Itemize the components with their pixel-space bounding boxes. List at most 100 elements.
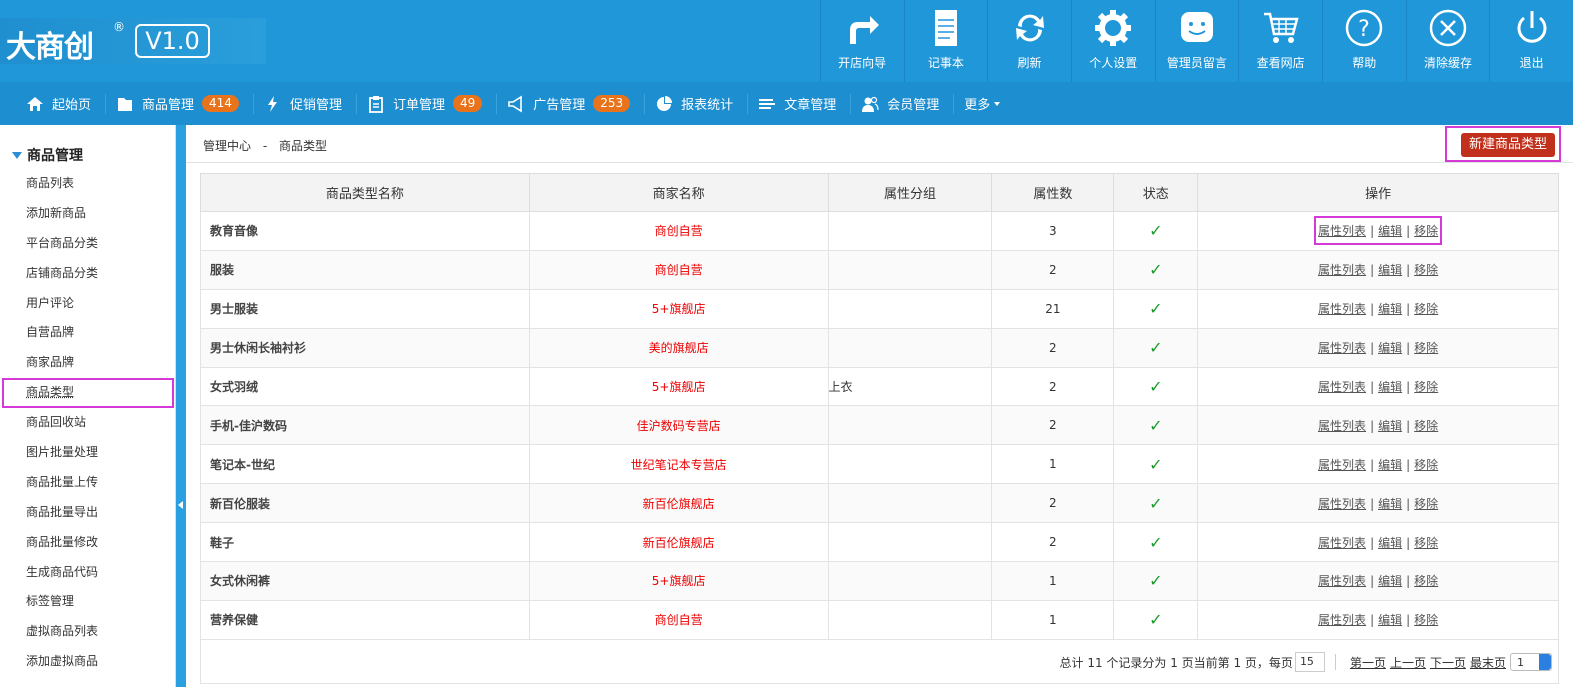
tool-logout[interactable]: 退出 [1489,0,1573,82]
edit-link[interactable]: 编辑 [1378,224,1402,238]
attr-count-cell: 2 [991,366,1115,407]
tool-view-store[interactable]: 查看网店 [1238,0,1322,82]
sidebar-item[interactable]: 虚拟商品列表 [0,617,176,647]
sidebar-item[interactable]: 自营品牌 [0,318,176,348]
edit-link[interactable]: 编辑 [1378,458,1402,472]
attribute-list-link[interactable]: 属性列表 [1318,302,1366,316]
remove-link[interactable]: 移除 [1414,419,1438,433]
folder-icon [116,95,134,113]
attribute-list-link[interactable]: 属性列表 [1318,574,1366,588]
nav-more[interactable]: 更多 [962,82,1012,125]
column-header: 状态 [1113,173,1199,212]
tool-clear-cache[interactable]: 清除缓存 [1405,0,1490,82]
sidebar-item[interactable]: 标签管理 [0,587,176,617]
sidebar-item[interactable]: 图片批量处理 [0,438,176,468]
attribute-list-link[interactable]: 属性列表 [1318,497,1366,511]
check-icon[interactable]: ✓ [1149,416,1162,435]
remove-link[interactable]: 移除 [1414,263,1438,277]
check-icon[interactable]: ✓ [1149,571,1162,590]
sidebar-item[interactable]: 商品批量导出 [0,498,176,528]
remove-link[interactable]: 移除 [1414,536,1438,550]
edit-link[interactable]: 编辑 [1378,497,1402,511]
nav-reports[interactable]: 报表统计 [653,82,745,125]
shop-name-cell: 商创自营 [528,249,829,290]
sidebar-item[interactable]: 添加新商品 [0,199,176,229]
check-icon[interactable]: ✓ [1149,221,1162,240]
per-page-input[interactable]: 15 [1294,652,1325,672]
check-icon[interactable]: ✓ [1149,260,1162,279]
edit-link[interactable]: 编辑 [1378,302,1402,316]
sidebar-item[interactable]: 商品类型 [2,378,174,409]
edit-link[interactable]: 编辑 [1378,419,1402,433]
sidebar-item[interactable]: 商品批量上传 [0,468,176,498]
sidebar-item[interactable]: 商品列表 [0,169,176,199]
remove-link[interactable]: 移除 [1414,380,1438,394]
sidebar-collapse-handle[interactable] [176,125,186,687]
first-page-link[interactable]: 第一页 [1350,654,1386,671]
attribute-list-link[interactable]: 属性列表 [1318,419,1366,433]
nav-orders[interactable]: 订单管理 49 [365,82,494,125]
remove-link[interactable]: 移除 [1414,497,1438,511]
check-icon[interactable]: ✓ [1149,338,1162,357]
column-header: 属性数 [991,173,1115,212]
ops-separator: | [1406,496,1411,511]
attribute-list-link[interactable]: 属性列表 [1318,263,1366,277]
edit-link[interactable]: 编辑 [1378,341,1402,355]
nav-members[interactable]: 会员管理 [859,82,951,125]
check-icon[interactable]: ✓ [1149,455,1162,474]
edit-link[interactable]: 编辑 [1378,574,1402,588]
sidebar-heading[interactable]: 商品管理 [12,145,83,165]
remove-link[interactable]: 移除 [1414,224,1438,238]
sidebar: 商品管理 商品列表 添加新商品 平台商品分类 店铺商品分类 用户评论 自营品牌 商家品牌 商品… [0,125,176,687]
remove-link[interactable]: 移除 [1414,341,1438,355]
check-icon[interactable]: ✓ [1149,377,1162,396]
tool-notepad[interactable]: 记事本 [903,0,988,82]
nav-articles[interactable]: 文章管理 [756,82,848,125]
remove-link[interactable]: 移除 [1414,613,1438,627]
check-icon[interactable]: ✓ [1149,494,1162,513]
sidebar-item[interactable]: 添加虚拟商品 [0,647,176,677]
nav-ads[interactable]: 广告管理 253 [505,82,642,125]
edit-link[interactable]: 编辑 [1378,613,1402,627]
sidebar-item[interactable]: 商家品牌 [0,348,176,378]
sidebar-item[interactable]: 生成商品代码 [0,558,176,588]
status-cell: ✓ [1113,444,1199,485]
ops-separator: | [1370,496,1375,511]
attribute-list-link[interactable]: 属性列表 [1318,380,1366,394]
edit-link[interactable]: 编辑 [1378,536,1402,550]
tool-personal-settings[interactable]: 个人设置 [1070,0,1155,82]
page-select[interactable]: 1 [1510,653,1552,671]
next-page-link[interactable]: 下一页 [1430,654,1466,671]
sidebar-item[interactable]: 用户评论 [0,289,176,319]
table-row: 新百伦服装 新百伦旗舰店 2 ✓ 属性列表 | 编辑 | 移除 [200,483,1559,524]
edit-link[interactable]: 编辑 [1378,263,1402,277]
attribute-list-link[interactable]: 属性列表 [1318,613,1366,627]
sidebar-item[interactable]: 店铺商品分类 [0,259,176,289]
attribute-list-link[interactable]: 属性列表 [1318,458,1366,472]
breadcrumb-root[interactable]: 管理中心 [203,139,251,153]
check-icon[interactable]: ✓ [1149,610,1162,629]
nav-goods[interactable]: 商品管理 414 [114,82,251,125]
edit-link[interactable]: 编辑 [1378,380,1402,394]
tool-refresh[interactable]: 刷新 [987,0,1071,82]
prev-page-link[interactable]: 上一页 [1390,654,1426,671]
check-icon[interactable]: ✓ [1149,533,1162,552]
sidebar-item[interactable]: 商品批量修改 [0,528,176,558]
remove-link[interactable]: 移除 [1414,458,1438,472]
remove-link[interactable]: 移除 [1414,574,1438,588]
tool-store-wizard[interactable]: 开店向导 [819,0,904,82]
last-page-link[interactable]: 最末页 [1470,654,1506,671]
attribute-list-link[interactable]: 属性列表 [1318,341,1366,355]
attribute-list-link[interactable]: 属性列表 [1318,536,1366,550]
new-goods-type-button[interactable]: 新建商品类型 [1461,133,1555,157]
type-name-cell: 男士服装 [200,288,530,329]
sidebar-item[interactable]: 平台商品分类 [0,229,176,259]
nav-promotion[interactable]: 促销管理 [262,82,354,125]
remove-link[interactable]: 移除 [1414,302,1438,316]
sidebar-item[interactable]: 商品回收站 [0,408,176,438]
nav-home[interactable]: 起始页 [24,82,103,125]
tool-help[interactable]: ? 帮助 [1321,0,1406,82]
attribute-list-link[interactable]: 属性列表 [1318,224,1366,238]
check-icon[interactable]: ✓ [1149,299,1162,318]
tool-admin-message[interactable]: 管理员留言 [1154,0,1239,82]
